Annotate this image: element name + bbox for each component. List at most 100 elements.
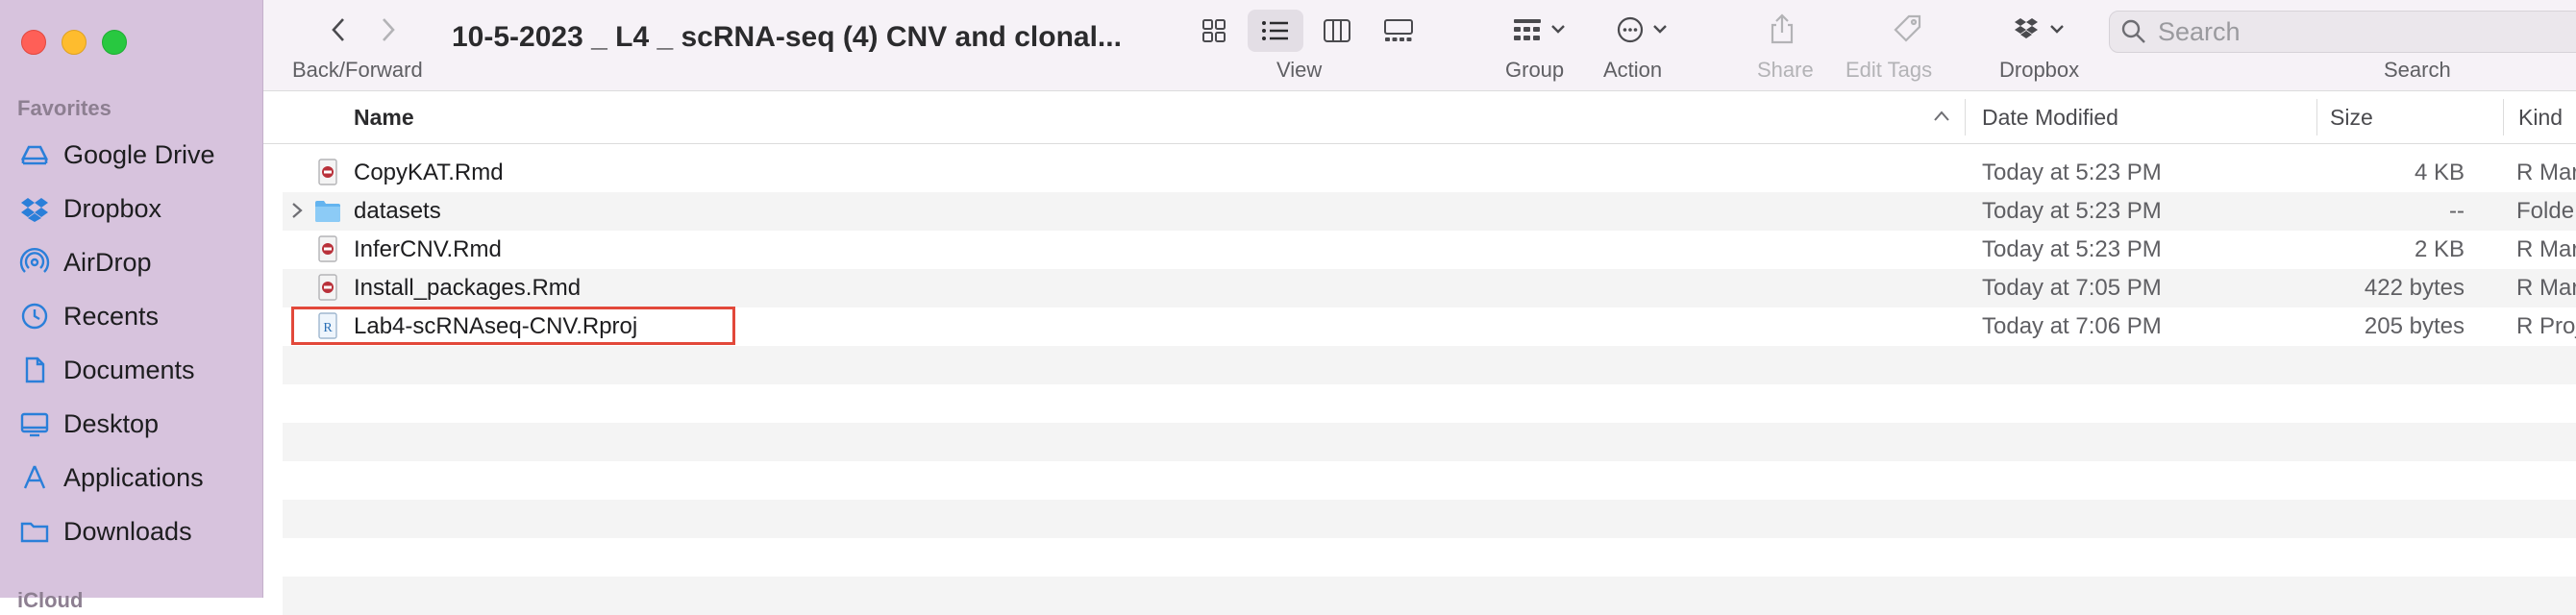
chevron-right-icon — [383, 18, 395, 41]
icloud-header: iCloud — [17, 588, 84, 612]
column-header-date-modified[interactable]: Date Modified — [1982, 105, 2118, 131]
dropbox-icon — [2015, 18, 2064, 38]
sidebar-item-label: Desktop — [63, 408, 160, 438]
search-icon — [2121, 19, 2145, 43]
action-button[interactable] — [1611, 13, 1678, 46]
grid-icon — [1202, 19, 1226, 42]
window-title: 10-5-2023 _ L4 _ scRNA-seq (4) CNV and c… — [452, 21, 1122, 53]
column-separator[interactable] — [1965, 99, 1966, 135]
empty-row — [283, 461, 2576, 500]
icon-view-button[interactable] — [1186, 10, 1242, 52]
rmd-file-icon — [318, 274, 337, 301]
file-date-modified: Today at 5:23 PM — [1982, 160, 2162, 185]
back-forward-label: Back/Forward — [292, 58, 423, 82]
file-kind: R Proj — [2516, 313, 2576, 339]
group-icon — [1514, 19, 1565, 40]
svg-text:R: R — [323, 321, 333, 335]
close-window-button[interactable] — [21, 30, 46, 55]
view-mode-control — [1186, 10, 1426, 54]
search-field[interactable] — [2109, 11, 2576, 53]
file-row-copykat[interactable]: CopyKAT.Rmd Today at 5:23 PM 4 KB R Mar — [283, 154, 2576, 192]
file-name: Install_packages.Rmd — [354, 275, 582, 301]
group-button[interactable] — [1507, 13, 1574, 46]
gallery-icon — [1384, 19, 1413, 41]
empty-row — [283, 538, 2576, 577]
folder-icon — [315, 201, 340, 222]
file-size: -- — [2449, 198, 2465, 224]
desktop-icon — [17, 406, 52, 441]
forward-button[interactable] — [371, 13, 404, 46]
empty-row — [283, 423, 2576, 461]
sidebar-item-label: Downloads — [63, 516, 192, 546]
file-size: 205 bytes — [2364, 313, 2465, 339]
downloads-icon — [17, 514, 52, 549]
file-list: CopyKAT.Rmd Today at 5:23 PM 4 KB R Mar … — [283, 154, 2576, 615]
view-label: View — [1276, 58, 1323, 82]
sidebar-item-applications[interactable]: Applications — [17, 456, 204, 499]
edit-tags-label: Edit Tags — [1845, 58, 1933, 82]
file-kind: Folde — [2516, 198, 2575, 224]
file-row-rproj[interactable]: R Lab4-scRNAseq-CNV.Rproj Today at 7:06 … — [283, 308, 2576, 346]
file-size: 4 KB — [2414, 160, 2465, 185]
empty-row — [283, 346, 2576, 384]
file-row-infercnv[interactable]: InferCNV.Rmd Today at 5:23 PM 2 KB R Mar — [283, 231, 2576, 269]
column-header-kind[interactable]: Kind — [2518, 105, 2563, 131]
sidebar-item-label: Dropbox — [63, 193, 162, 223]
sidebar-item-dropbox[interactable]: Dropbox — [17, 187, 161, 230]
sidebar-item-airdrop[interactable]: AirDrop — [17, 241, 152, 283]
list-view-button[interactable] — [1248, 10, 1303, 52]
file-name: Lab4-scRNAseq-CNV.Rproj — [354, 313, 638, 339]
sort-ascending-icon[interactable] — [1932, 109, 1951, 124]
column-header: Name Date Modified Size Kind — [263, 91, 2576, 144]
file-kind: R Mar — [2516, 275, 2576, 301]
file-kind: R Mar — [2516, 236, 2576, 262]
tag-icon — [1894, 14, 1921, 42]
column-separator[interactable] — [2503, 99, 2504, 135]
airdrop-icon — [17, 245, 52, 280]
file-row-datasets[interactable]: datasets Today at 5:23 PM -- Folde — [283, 192, 2576, 231]
sidebar: Favorites Google Drive Dropbox AirDrop R… — [0, 0, 263, 612]
favorites-header: Favorites — [17, 96, 111, 120]
rmd-file-icon — [318, 159, 337, 185]
dropbox-toolbar-button[interactable] — [2009, 13, 2076, 46]
share-icon — [1771, 13, 1794, 44]
empty-row — [283, 384, 2576, 423]
search-label: Search — [2384, 58, 2451, 82]
file-row-install-packages[interactable]: Install_packages.Rmd Today at 7:05 PM 42… — [283, 269, 2576, 308]
rmd-file-icon — [318, 235, 337, 262]
sidebar-item-documents[interactable]: Documents — [17, 349, 195, 391]
edit-tags-button[interactable] — [1890, 12, 1924, 46]
empty-row — [283, 577, 2576, 615]
action-label: Action — [1603, 58, 1663, 82]
gallery-view-button[interactable] — [1371, 10, 1426, 52]
empty-row — [283, 500, 2576, 538]
sidebar-item-desktop[interactable]: Desktop — [17, 403, 159, 445]
sidebar-item-google-drive[interactable]: Google Drive — [17, 134, 215, 176]
clock-icon — [17, 299, 52, 333]
zoom-window-button[interactable] — [102, 30, 127, 55]
sidebar-item-downloads[interactable]: Downloads — [17, 510, 192, 553]
sidebar-item-label: AirDrop — [63, 247, 152, 277]
file-name: CopyKAT.Rmd — [354, 160, 504, 185]
file-date-modified: Today at 5:23 PM — [1982, 198, 2162, 224]
back-button[interactable] — [323, 13, 356, 46]
google-drive-icon — [17, 137, 52, 172]
sidebar-item-label: Recents — [63, 301, 160, 331]
column-view-button[interactable] — [1309, 10, 1365, 52]
rproj-file-icon: R — [318, 312, 337, 339]
file-kind: R Mar — [2516, 160, 2576, 185]
search-input[interactable] — [2156, 15, 2564, 48]
sidebar-item-label: Documents — [63, 355, 195, 384]
minimize-window-button[interactable] — [62, 30, 87, 55]
toolbar: Back/Forward 10-5-2023 _ L4 _ scRNA-seq … — [263, 0, 2576, 91]
file-name: InferCNV.Rmd — [354, 236, 502, 262]
column-header-size[interactable]: Size — [2330, 105, 2373, 131]
column-separator[interactable] — [2316, 99, 2317, 135]
share-button[interactable] — [1765, 12, 1799, 46]
sidebar-item-recents[interactable]: Recents — [17, 295, 159, 337]
dropbox-label: Dropbox — [1999, 58, 2080, 82]
column-header-name[interactable]: Name — [354, 105, 414, 131]
sidebar-item-label: Applications — [63, 462, 204, 492]
disclosure-triangle-icon[interactable] — [288, 200, 306, 221]
sidebar-item-label: Google Drive — [63, 139, 215, 169]
